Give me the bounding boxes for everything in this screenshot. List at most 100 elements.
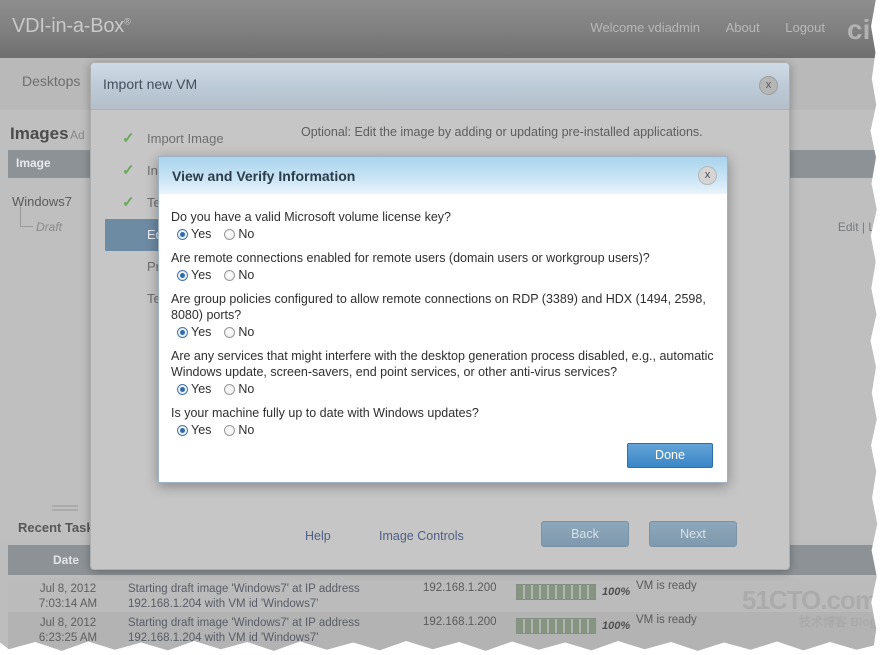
task-ip: 192.168.1.200 <box>423 582 497 594</box>
question-text: Are remote connections enabled for remot… <box>171 251 650 265</box>
app-brand-text: VDI-in-a-Box <box>12 15 125 37</box>
task-time-value: 6:23:25 AM <box>38 632 98 644</box>
question-text: Is your machine fully up to date with Wi… <box>171 406 479 420</box>
import-dialog-title: Import new VM <box>103 76 198 92</box>
import-dialog-header: Import new VM x <box>91 63 789 110</box>
radio-selected-icon[interactable] <box>177 326 188 338</box>
verify-question-1: Do you have a valid Microsoft volume lic… <box>171 209 715 241</box>
radio-label-yes: Yes <box>191 423 212 437</box>
view-and-verify-dialog: View and Verify Information x Do you hav… <box>158 156 728 483</box>
radio-group: Yes No <box>171 382 715 396</box>
radio-unselected-icon[interactable] <box>224 424 236 436</box>
image-controls-link[interactable]: Image Controls <box>379 529 464 543</box>
radio-unselected-icon[interactable] <box>224 326 236 338</box>
radio-label-no: No <box>238 423 255 437</box>
import-dialog-footer: Help Image Controls Back Next <box>91 507 789 569</box>
question-text: Are any services that might interfere wi… <box>171 349 714 379</box>
verify-question-2: Are remote connections enabled for remot… <box>171 250 715 282</box>
welcome-text: Welcome vdiadmin <box>590 20 700 35</box>
radio-label-yes: Yes <box>191 227 212 241</box>
page-actions-link[interactable]: Ad <box>70 128 85 142</box>
radio-label-no: No <box>238 325 255 339</box>
about-link[interactable]: About <box>726 20 760 35</box>
radio-no-2[interactable]: No <box>224 268 254 282</box>
radio-label-yes: Yes <box>191 325 212 339</box>
app-brand-logo: VDI-in-a-Box® <box>12 15 131 38</box>
verify-questions-list: Do you have a valid Microsoft volume lic… <box>159 195 727 437</box>
radio-no-5[interactable]: No <box>224 423 254 437</box>
help-link[interactable]: Help <box>305 529 331 543</box>
radio-unselected-icon[interactable] <box>224 383 236 395</box>
image-row-draft-badge: Draft <box>19 206 63 234</box>
logout-link[interactable]: Logout <box>785 20 825 35</box>
radio-unselected-icon[interactable] <box>224 228 236 240</box>
wizard-step-import-image[interactable]: ✓ Import Image <box>105 123 295 155</box>
site-watermark: 51CTO.com 技术博客 Blog <box>741 585 878 633</box>
radio-unselected-icon[interactable] <box>224 269 236 281</box>
radio-no-1[interactable]: No <box>224 227 254 241</box>
task-progress-percent: 100% <box>602 620 631 632</box>
close-icon[interactable]: x <box>698 166 717 185</box>
task-date-value: Jul 8, 2012 <box>39 617 97 629</box>
tab-desktops[interactable]: Desktops <box>22 73 80 89</box>
radio-yes-4[interactable]: Yes <box>177 382 211 396</box>
check-icon: ✓ <box>122 162 135 179</box>
radio-label-yes: Yes <box>191 268 212 282</box>
trademark-symbol: ® <box>124 16 131 27</box>
watermark-main: 51CTO.com <box>741 585 878 615</box>
close-icon[interactable]: x <box>759 76 778 95</box>
task-date: Jul 8, 2012 6:23:25 AM <box>22 616 114 646</box>
back-button[interactable]: Back <box>541 521 629 547</box>
task-message[interactable]: Starting draft image 'Windows7' at IP ad… <box>128 582 378 612</box>
next-button[interactable]: Next <box>649 521 737 547</box>
verify-question-3: Are group policies configured to allow r… <box>171 291 715 339</box>
radio-group: Yes No <box>171 325 715 339</box>
verify-dialog-title: View and Verify Information <box>172 168 356 184</box>
check-icon: ✓ <box>122 130 135 147</box>
top-brand-bar: VDI-in-a-Box® Welcome vdiadmin About Log… <box>0 0 883 58</box>
task-date-value: Jul 8, 2012 <box>39 583 97 595</box>
question-text: Are group policies configured to allow r… <box>171 292 706 322</box>
task-status: VM is ready <box>636 580 697 592</box>
task-date: Jul 8, 2012 7:03:14 AM <box>22 582 114 612</box>
task-progress-bar <box>516 618 596 634</box>
citrix-logo: ci <box>847 14 871 45</box>
top-navigation: Welcome vdiadmin About Logout <box>568 20 825 35</box>
radio-selected-icon[interactable] <box>177 424 188 436</box>
radio-no-3[interactable]: No <box>224 325 254 339</box>
radio-group: Yes No <box>171 423 715 437</box>
radio-group: Yes No <box>171 227 715 241</box>
check-icon: ✓ <box>122 194 135 211</box>
column-image: Image <box>16 156 51 170</box>
wizard-step-label: Import Image <box>147 131 224 146</box>
radio-label-no: No <box>238 227 255 241</box>
radio-yes-3[interactable]: Yes <box>177 325 211 339</box>
verify-question-5: Is your machine fully up to date with Wi… <box>171 405 715 437</box>
image-row-actions[interactable]: Edit | L <box>838 220 875 234</box>
radio-selected-icon[interactable] <box>177 228 188 240</box>
task-time-value: 7:03:14 AM <box>38 598 98 610</box>
verify-question-4: Are any services that might interfere wi… <box>171 348 715 396</box>
question-text: Do you have a valid Microsoft volume lic… <box>171 210 451 224</box>
radio-label-yes: Yes <box>191 382 212 396</box>
resize-grip[interactable] <box>52 505 78 511</box>
radio-no-4[interactable]: No <box>224 382 254 396</box>
radio-yes-2[interactable]: Yes <box>177 268 211 282</box>
radio-group: Yes No <box>171 268 715 282</box>
optional-instruction-text: Optional: Edit the image by adding or up… <box>301 125 703 139</box>
radio-label-no: No <box>238 382 255 396</box>
task-ip: 192.168.1.200 <box>423 616 497 628</box>
verify-dialog-header: View and Verify Information x <box>159 157 727 195</box>
radio-label-no: No <box>238 268 255 282</box>
radio-yes-5[interactable]: Yes <box>177 423 211 437</box>
radio-selected-icon[interactable] <box>177 383 188 395</box>
page-title: Images <box>10 124 69 143</box>
radio-selected-icon[interactable] <box>177 269 188 281</box>
task-progress-bar <box>516 584 596 600</box>
done-button[interactable]: Done <box>627 443 713 468</box>
radio-yes-1[interactable]: Yes <box>177 227 211 241</box>
column-date: Date <box>53 553 80 567</box>
recent-tasks-title: Recent Tasks <box>18 520 101 535</box>
task-progress-percent: 100% <box>602 586 631 598</box>
task-message[interactable]: Starting draft image 'Windows7' at IP ad… <box>128 616 378 646</box>
